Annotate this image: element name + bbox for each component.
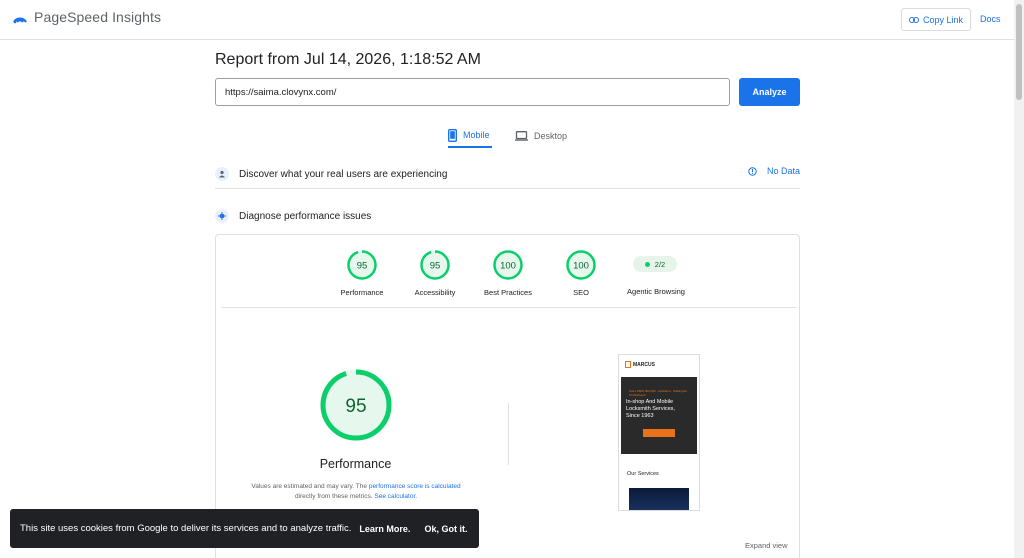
- url-input[interactable]: [215, 78, 730, 106]
- category-gauge[interactable]: 95 Accessibility: [395, 249, 475, 297]
- performance-note: Values are estimated and may vary. The p…: [236, 482, 476, 502]
- category-score: 95: [357, 261, 368, 272]
- users-icon: [215, 167, 229, 181]
- category-score-ring: 100: [566, 250, 596, 280]
- vertical-divider: [508, 403, 509, 465]
- tab-mobile-label: Mobile: [463, 130, 490, 140]
- score-calculated-link[interactable]: performance score is calculated: [369, 483, 461, 490]
- category-label: Performance: [340, 288, 384, 297]
- category-score: 100: [500, 261, 516, 272]
- category-gauge[interactable]: 95 Performance: [322, 249, 402, 297]
- tab-desktop-label: Desktop: [534, 131, 568, 141]
- copy-link-label: Copy Link: [922, 14, 964, 25]
- no-data-indicator[interactable]: No Data: [748, 166, 800, 176]
- pagespeed-logo-icon: [13, 17, 27, 24]
- analyze-button[interactable]: Analyze: [739, 78, 800, 106]
- expand-view-button[interactable]: Expand view: [745, 541, 788, 550]
- cookie-learn-more-link[interactable]: Learn More.: [359, 524, 410, 534]
- link-icon: [908, 16, 919, 23]
- diagnose-icon: [215, 209, 229, 223]
- no-data-label: No Data: [766, 166, 800, 176]
- preview-hero-button: [643, 429, 675, 437]
- app-name: PageSpeed Insights: [34, 9, 162, 25]
- copy-link-button[interactable]: Copy Link: [901, 8, 971, 31]
- category-gauge[interactable]: 100 SEO: [541, 249, 621, 297]
- brand[interactable]: PageSpeed Insights: [12, 9, 161, 25]
- category-gauge[interactable]: 100 Best Practices: [468, 249, 548, 297]
- scrollbar[interactable]: [1014, 0, 1024, 558]
- field-data-section[interactable]: Discover what your real users are experi…: [215, 160, 800, 189]
- cookie-banner: This site uses cookies from Google to de…: [10, 509, 479, 548]
- field-data-title: Discover what your real users are experi…: [239, 168, 448, 180]
- report-title: Report from Jul 14, 2026, 1:18:52 AM: [215, 51, 481, 68]
- agentic-browsing-value: 2/2: [654, 259, 666, 269]
- top-bar: PageSpeed Insights Copy Link Docs: [0, 0, 1014, 40]
- category-score: 95: [430, 261, 441, 272]
- preview-hero-sub: CALL 0800 000 000 · Auckland · Wellingto…: [629, 389, 689, 397]
- see-calculator-link[interactable]: See calculator.: [374, 493, 417, 500]
- diagnose-section: Diagnose performance issues: [215, 206, 800, 226]
- scrollbar-thumb[interactable]: [1016, 4, 1022, 100]
- category-score: 100: [573, 261, 589, 272]
- performance-gauge: 95: [320, 369, 392, 441]
- agentic-browsing-label[interactable]: Agentic Browsing: [616, 287, 696, 296]
- cookie-text: This site uses cookies from Google to de…: [20, 523, 352, 534]
- docs-link[interactable]: Docs: [980, 14, 1001, 24]
- note-text-1: Values are estimated and may vary. The: [251, 483, 368, 490]
- category-score-ring: 95: [347, 250, 377, 280]
- tab-desktop[interactable]: Desktop: [515, 124, 567, 148]
- tab-mobile[interactable]: Mobile: [448, 124, 492, 148]
- pass-dot-icon: [644, 261, 650, 267]
- preview-hero: CALL 0800 000 000 · Auckland · Wellingto…: [621, 377, 697, 454]
- agentic-browsing-badge[interactable]: 2/2: [633, 256, 677, 272]
- category-score-ring: 95: [420, 250, 450, 280]
- category-score-ring: 100: [493, 250, 523, 280]
- category-label: Best Practices: [484, 288, 532, 297]
- performance-score: 95: [345, 396, 366, 417]
- mobile-phone-icon: [448, 128, 457, 142]
- performance-title: Performance: [319, 457, 392, 471]
- preview-hero-text: In-shop And Mobile Locksmith Services, S…: [626, 399, 675, 419]
- category-label: SEO: [573, 288, 589, 297]
- lock-icon: [625, 361, 631, 368]
- preview-logo: MARCUS: [625, 361, 655, 368]
- preview-services-label: Our Services: [627, 471, 659, 477]
- preview-logo-text: MARCUS: [633, 361, 655, 368]
- divider: [221, 307, 796, 308]
- category-label: Accessibility: [414, 288, 456, 297]
- diagnose-title: Diagnose performance issues: [239, 210, 372, 222]
- info-icon: [748, 166, 757, 176]
- page-screenshot-preview: MARCUS CALL 0800 000 000 · Auckland · We…: [618, 354, 700, 511]
- preview-car-image: [629, 488, 689, 510]
- note-text-2: directly from these metrics.: [294, 493, 373, 500]
- cookie-ok-button[interactable]: Ok, Got it.: [424, 524, 467, 534]
- laptop-icon: [515, 131, 528, 141]
